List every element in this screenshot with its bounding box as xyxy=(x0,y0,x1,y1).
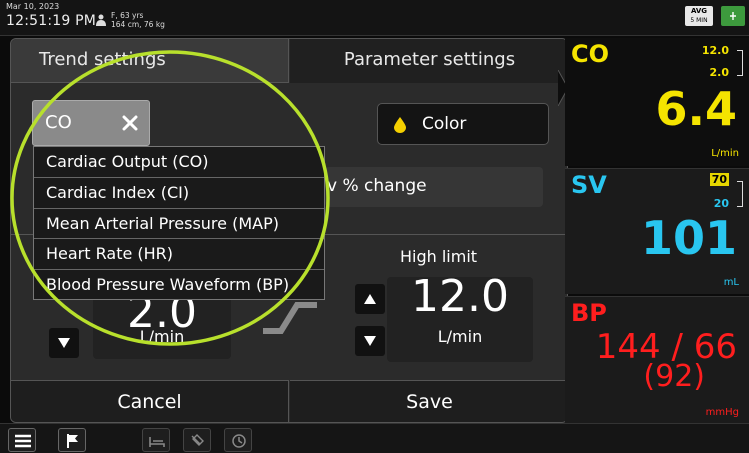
co-tile[interactable]: CO 12.0 2.0 6.4 L/min xyxy=(565,38,749,166)
high-limit-increment-button[interactable] xyxy=(355,284,385,314)
color-button-label: Color xyxy=(422,114,467,134)
co-unit: L/min xyxy=(711,148,739,159)
sv-tile[interactable]: SV 70 20 101 mL xyxy=(565,168,749,294)
averaging-badge[interactable]: AVG 5 MIN xyxy=(685,6,713,26)
sv-tile-name: SV xyxy=(571,171,607,199)
patient-demographics: F, 63 yrs xyxy=(111,11,144,20)
tab-trend-settings[interactable]: Trend settings xyxy=(11,39,289,83)
menu-item-mean-arterial-pressure[interactable]: Mean Arterial Pressure (MAP) xyxy=(34,209,324,240)
history-icon xyxy=(232,434,246,448)
close-icon[interactable] xyxy=(121,114,139,132)
co-limit-bracket xyxy=(735,50,743,76)
plug-icon xyxy=(730,12,736,20)
averaging-label: AVG xyxy=(690,7,708,15)
sv-unit: mL xyxy=(723,277,739,288)
co-low-limit: 2.0 xyxy=(709,66,730,79)
status-bar: Mar 10, 2023 12:51:19 PM F, 63 yrs 164 c… xyxy=(0,0,749,36)
bottom-toolbar xyxy=(0,423,749,453)
bed-icon xyxy=(149,437,165,447)
power-status-badge[interactable] xyxy=(721,6,745,26)
high-limit-value: 12.0 xyxy=(411,271,509,322)
patient-measurements: 164 cm, 76 kg xyxy=(111,20,165,29)
menu-button[interactable] xyxy=(8,428,36,452)
co-high-limit: 12.0 xyxy=(701,44,729,57)
low-limit-decrement-button[interactable] xyxy=(49,328,79,358)
flag-button[interactable] xyxy=(58,428,86,452)
low-limit-unit: L/min xyxy=(139,327,185,346)
patient-bed-button[interactable] xyxy=(142,428,170,452)
save-button[interactable]: Save xyxy=(290,380,567,422)
percent-change-field[interactable]: v % change xyxy=(325,167,543,207)
patient-icon xyxy=(96,14,106,26)
averaging-interval: 5 MIN xyxy=(690,17,708,24)
triangle-down-icon xyxy=(364,336,376,346)
bp-map-value: (92) xyxy=(643,359,705,394)
bp-unit: mmHg xyxy=(705,407,739,418)
sv-value: 101 xyxy=(640,211,737,265)
status-date: Mar 10, 2023 xyxy=(6,2,60,11)
menu-item-heart-rate[interactable]: Heart Rate (HR) xyxy=(34,239,324,271)
menu-item-blood-pressure-waveform[interactable]: Blood Pressure Waveform (BP) xyxy=(34,270,324,301)
status-time: 12:51:19 PM xyxy=(6,13,97,29)
bp-tile-name: BP xyxy=(571,299,607,327)
menu-item-cardiac-output[interactable]: Cardiac Output (CO) xyxy=(34,147,324,178)
parameter-select[interactable]: CO xyxy=(32,100,150,146)
transducer-icon xyxy=(191,434,204,446)
triangle-up-icon xyxy=(364,294,376,304)
zero-transducer-button[interactable] xyxy=(183,428,211,452)
sv-high-limit: 70 xyxy=(709,173,729,186)
hamburger-menu-icon xyxy=(15,434,31,448)
bp-tile[interactable]: BP 144 / 66 (92) mmHg xyxy=(565,296,749,423)
co-value: 6.4 xyxy=(655,82,738,136)
co-tile-name: CO xyxy=(571,40,610,68)
triangle-down-icon xyxy=(58,338,70,348)
high-limit-label: High limit xyxy=(400,247,478,266)
parameter-menu: Cardiac Output (CO) Cardiac Index (CI) M… xyxy=(33,146,325,300)
flag-icon xyxy=(67,434,78,448)
parameter-select-value: CO xyxy=(45,112,72,133)
tab-parameter-settings[interactable]: Parameter settings xyxy=(290,39,567,83)
color-drop-icon xyxy=(394,117,406,133)
sv-low-limit: 20 xyxy=(713,197,729,210)
sv-high-limit-text: 70 xyxy=(709,173,729,186)
cancel-button[interactable]: Cancel xyxy=(11,380,289,422)
high-limit-unit: L/min xyxy=(437,327,483,346)
color-button[interactable]: Color xyxy=(377,103,549,145)
history-button[interactable] xyxy=(224,428,252,452)
menu-item-cardiac-index[interactable]: Cardiac Index (CI) xyxy=(34,178,324,209)
limit-curve-graphic xyxy=(263,302,317,334)
high-limit-decrement-button[interactable] xyxy=(355,326,385,356)
sv-limit-bracket xyxy=(735,181,743,207)
